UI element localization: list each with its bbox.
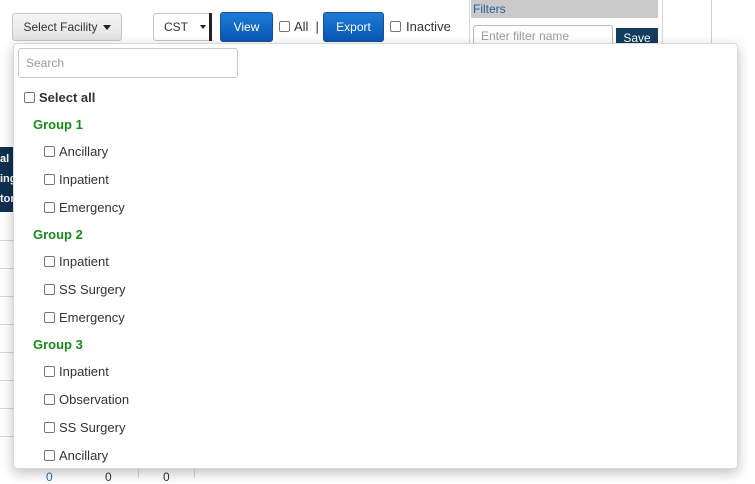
- panel-divider: [711, 0, 712, 44]
- export-button[interactable]: Export: [323, 12, 384, 42]
- facility-checkbox[interactable]: [44, 394, 55, 405]
- table-row: [0, 380, 14, 381]
- timezone-value: CST: [164, 20, 188, 34]
- facility-option-label: SS Surgery: [59, 282, 126, 297]
- facility-option-label: Emergency: [59, 200, 125, 215]
- select-all-label: Select all: [39, 90, 96, 105]
- group-header[interactable]: Group 1: [33, 117, 83, 132]
- table-row: [0, 436, 14, 437]
- all-label: All: [294, 19, 309, 34]
- select-all-checkbox[interactable]: [24, 92, 35, 103]
- facility-option[interactable]: SS Surgery: [44, 420, 125, 435]
- toolbar-separator: |: [315, 19, 319, 34]
- all-checkbox[interactable]: [279, 21, 290, 32]
- facility-search-input[interactable]: Search: [18, 48, 238, 78]
- facility-option-label: Ancillary: [59, 144, 109, 159]
- facility-option-label: Emergency: [59, 310, 125, 325]
- facility-option[interactable]: Observation: [44, 392, 129, 407]
- facility-option[interactable]: SS Surgery: [44, 282, 125, 297]
- table-row: [0, 268, 14, 269]
- facility-checkbox[interactable]: [44, 146, 55, 157]
- table-row: [0, 408, 14, 409]
- facility-option-label: SS Surgery: [59, 420, 126, 435]
- header-fragment-text: ing: [0, 173, 14, 185]
- table-row: [0, 296, 14, 297]
- table-header-fragment: al ing tor: [0, 147, 14, 212]
- facility-option-label: Inpatient: [59, 254, 109, 269]
- group-header[interactable]: Group 2: [33, 227, 83, 242]
- header-fragment-text: al: [0, 153, 10, 165]
- facility-checkbox[interactable]: [44, 422, 55, 433]
- facility-checkbox[interactable]: [44, 174, 55, 185]
- table-cell-value: 0: [163, 470, 170, 484]
- facility-checkbox[interactable]: [44, 366, 55, 377]
- all-option[interactable]: All |: [279, 19, 319, 34]
- table-row: [0, 352, 14, 353]
- facility-option[interactable]: Inpatient: [44, 364, 109, 379]
- table-cell-value: 0: [105, 470, 112, 484]
- table-cell-value[interactable]: 0: [46, 470, 53, 484]
- timezone-select[interactable]: CST: [153, 13, 212, 41]
- caret-down-icon: [102, 24, 111, 30]
- table-row: [0, 324, 14, 325]
- inactive-option[interactable]: Inactive: [390, 19, 451, 34]
- facility-option[interactable]: Ancillary: [44, 144, 108, 159]
- table-row: [0, 240, 14, 241]
- facility-checkbox[interactable]: [44, 312, 55, 323]
- facility-option[interactable]: Emergency: [44, 310, 125, 325]
- facility-option-label: Inpatient: [59, 172, 109, 187]
- group-header[interactable]: Group 3: [33, 337, 83, 352]
- facility-checkbox[interactable]: [44, 256, 55, 267]
- facility-option[interactable]: Emergency: [44, 200, 125, 215]
- facility-option-label: Inpatient: [59, 364, 109, 379]
- select-facility-label: Select Facility: [23, 20, 98, 34]
- view-button-label: View: [233, 20, 260, 34]
- facility-checkbox[interactable]: [44, 450, 55, 461]
- facility-option-label: Observation: [59, 392, 130, 407]
- inactive-checkbox[interactable]: [390, 21, 401, 32]
- facility-checkbox[interactable]: [44, 284, 55, 295]
- select-facility-button[interactable]: Select Facility: [12, 13, 122, 41]
- facility-option[interactable]: Inpatient: [44, 254, 109, 269]
- facility-option-label: Ancillary: [59, 448, 109, 463]
- export-button-label: Export: [336, 20, 371, 34]
- facility-checkbox[interactable]: [44, 202, 55, 213]
- inactive-label: Inactive: [406, 19, 451, 34]
- header-fragment-text: tor: [0, 193, 14, 205]
- select-all-option[interactable]: Select all: [24, 90, 95, 105]
- filters-title: Filters: [471, 0, 658, 18]
- facility-option[interactable]: Ancillary: [44, 448, 108, 463]
- facility-option[interactable]: Inpatient: [44, 172, 109, 187]
- view-button[interactable]: View: [220, 12, 273, 42]
- caret-down-icon: [200, 25, 206, 29]
